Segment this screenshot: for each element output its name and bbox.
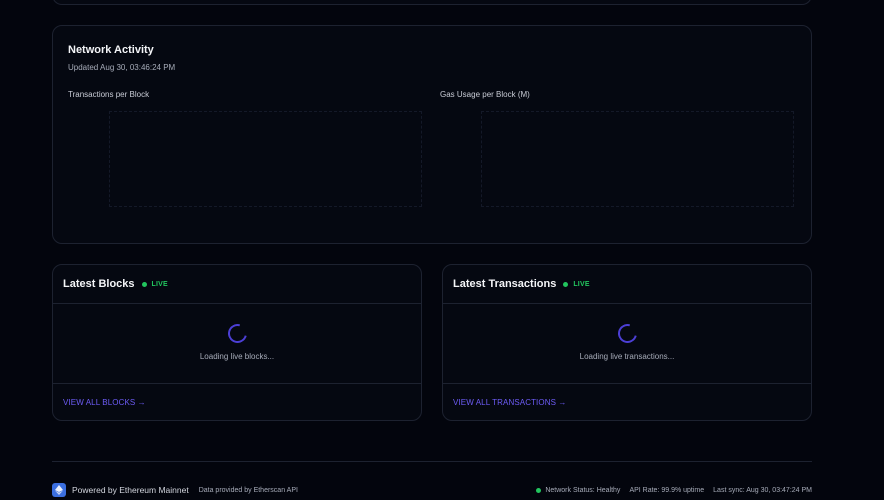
gas-chart-area <box>481 111 794 207</box>
latest-blocks-card: Latest Blocks LIVE Loading live blocks..… <box>52 264 422 421</box>
latest-transactions-footer: VIEW ALL TRANSACTIONS → <box>443 383 811 420</box>
last-sync-text: Last sync: Aug 30, 03:47:24 PM <box>713 486 812 494</box>
latest-blocks-title: Latest Blocks <box>63 278 135 290</box>
latest-transactions-header: Latest Transactions LIVE <box>443 265 811 304</box>
previous-card-edge <box>52 0 812 5</box>
view-all-transactions-link[interactable]: VIEW ALL TRANSACTIONS → <box>453 398 566 407</box>
live-badge: LIVE <box>151 280 168 288</box>
page-footer: Powered by Ethereum Mainnet Data provide… <box>52 482 812 498</box>
gas-chart-label: Gas Usage per Block (M) <box>440 90 530 99</box>
transactions-chart-label: Transactions per Block <box>68 90 150 99</box>
latest-transactions-title: Latest Transactions <box>453 278 557 290</box>
loading-spinner-icon <box>224 320 251 347</box>
transactions-chart-area <box>109 111 422 207</box>
latest-blocks-header: Latest Blocks LIVE <box>53 265 421 304</box>
latest-blocks-loading-text: Loading live blocks... <box>199 352 275 361</box>
powered-by-text: Powered by Ethereum Mainnet <box>72 485 189 495</box>
latest-transactions-loading-text: Loading live transactions... <box>579 352 675 361</box>
data-provided-text: Data provided by Etherscan API <box>198 486 298 494</box>
api-rate-text: API Rate: 99.9% uptime <box>629 486 705 494</box>
network-activity-card: Network Activity Updated Aug 30, 03:46:2… <box>52 25 812 244</box>
live-dot-icon <box>563 281 569 287</box>
network-activity-updated: Updated Aug 30, 03:46:24 PM <box>68 63 176 72</box>
live-badge: LIVE <box>573 280 590 288</box>
view-all-blocks-link[interactable]: VIEW ALL BLOCKS → <box>63 398 146 407</box>
footer-status-group: Network Status: Healthy API Rate: 99.9% … <box>536 487 812 494</box>
ethereum-diamond-icon <box>55 485 63 495</box>
footer-divider <box>52 461 812 462</box>
latest-transactions-card: Latest Transactions LIVE Loading live tr… <box>442 264 812 421</box>
network-activity-title: Network Activity <box>68 44 154 56</box>
latest-transactions-body: Loading live transactions... <box>443 304 811 385</box>
status-dot-icon <box>536 487 542 493</box>
ethereum-icon <box>52 483 66 497</box>
network-status-text: Network Status: Healthy <box>545 486 621 494</box>
latest-blocks-footer: VIEW ALL BLOCKS → <box>53 383 421 420</box>
latest-blocks-body: Loading live blocks... <box>53 304 421 385</box>
loading-spinner-icon <box>614 320 641 347</box>
live-dot-icon <box>141 281 147 287</box>
